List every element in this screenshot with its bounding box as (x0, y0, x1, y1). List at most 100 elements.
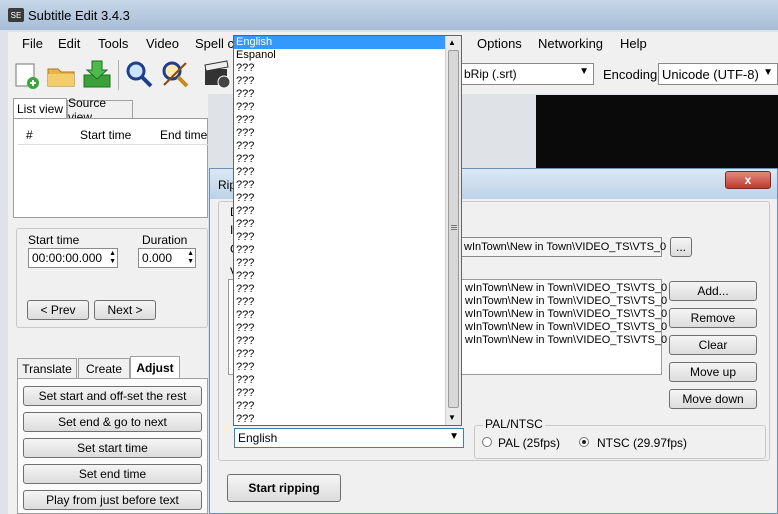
language-option[interactable]: ??? (234, 413, 445, 425)
language-option[interactable]: ??? (234, 374, 445, 387)
language-option[interactable]: ??? (234, 192, 445, 205)
set-end-go-next-button[interactable]: Set end & go to next (23, 412, 202, 432)
browse-button[interactable]: ... (670, 237, 692, 257)
language-option[interactable]: ??? (234, 309, 445, 322)
pal-radio[interactable] (482, 437, 492, 447)
grip-icon (451, 225, 457, 226)
menu-tools[interactable]: Tools (98, 36, 128, 51)
ntsc-option-label[interactable]: NTSC (29.97fps) (597, 436, 687, 450)
language-option[interactable]: ??? (234, 270, 445, 283)
duration-input[interactable]: 0.000 ▲ ▼ (138, 248, 196, 268)
language-option[interactable]: ??? (234, 75, 445, 88)
move-up-button[interactable]: Move up (669, 362, 757, 382)
chevron-down-icon: ▼ (449, 431, 459, 442)
column-start-time[interactable]: Start time (80, 128, 131, 142)
menu-video[interactable]: Video (146, 36, 179, 51)
menu-edit[interactable]: Edit (58, 36, 80, 51)
dropdown-scrollbar[interactable]: ▲ ▼ (445, 36, 461, 425)
set-start-offset-button[interactable]: Set start and off-set the rest (23, 386, 202, 406)
vob-file-path: wInTown\New in Town\VIDEO_TS\VTS_0 (465, 321, 668, 333)
language-option[interactable]: ??? (234, 218, 445, 231)
language-value: English (238, 431, 278, 445)
menu-options[interactable]: Options (477, 36, 522, 51)
set-start-time-button[interactable]: Set start time (23, 438, 202, 458)
spinner-icon[interactable]: ▲ ▼ (109, 250, 116, 266)
language-select[interactable]: English ▼ (234, 428, 464, 448)
scroll-down-icon[interactable]: ▼ (448, 413, 456, 422)
move-down-button[interactable]: Move down (669, 389, 757, 409)
toolbar-separator (118, 60, 119, 90)
tab-create[interactable]: Create (78, 358, 130, 378)
language-option[interactable]: ??? (234, 361, 445, 374)
language-option[interactable]: English (234, 36, 445, 49)
video-player[interactable] (536, 95, 778, 175)
app-logo-icon: SE (8, 8, 24, 22)
scroll-up-icon[interactable]: ▲ (448, 38, 456, 47)
remove-button[interactable]: Remove (669, 308, 757, 328)
video-clapper-icon[interactable] (202, 59, 232, 89)
column-number[interactable]: # (26, 128, 33, 142)
tab-adjust[interactable]: Adjust (130, 356, 180, 378)
encoding-label: Encoding (603, 67, 658, 82)
language-option[interactable]: ??? (234, 387, 445, 400)
spinner-icon[interactable]: ▲ ▼ (187, 250, 194, 266)
menu-file[interactable]: File (22, 36, 43, 51)
app-titlebar: SE Subtitle Edit 3.4.3 (0, 0, 778, 30)
vob-path-value: wInTown\New in Town\VIDEO_TS\VTS_0 (464, 241, 667, 253)
language-option[interactable]: ??? (234, 400, 445, 413)
prev-button[interactable]: < Prev (27, 300, 89, 320)
subtitle-format-value: bRip (.srt) (464, 67, 517, 81)
set-end-time-button[interactable]: Set end time (23, 464, 202, 484)
language-option[interactable]: ??? (234, 140, 445, 153)
pal-option-label[interactable]: PAL (25fps) (498, 436, 560, 450)
next-button[interactable]: Next > (94, 300, 156, 320)
encoding-select[interactable]: Unicode (UTF-8) ▼ (658, 63, 778, 85)
close-button[interactable]: x (725, 171, 771, 189)
tab-source-view[interactable]: Source view (67, 96, 133, 124)
open-folder-icon[interactable] (46, 61, 76, 89)
language-option[interactable]: ??? (234, 257, 445, 270)
subtitle-format-select[interactable]: bRip (.srt) ▼ (460, 63, 594, 85)
language-option[interactable]: Espanol (234, 49, 445, 62)
close-icon: x (744, 173, 752, 187)
language-option[interactable]: ??? (234, 179, 445, 192)
language-option[interactable]: ??? (234, 348, 445, 361)
language-option[interactable]: ??? (234, 244, 445, 257)
language-option[interactable]: ??? (234, 153, 445, 166)
new-file-icon[interactable] (12, 61, 40, 89)
language-option[interactable]: ??? (234, 114, 445, 127)
language-option[interactable]: ??? (234, 166, 445, 179)
ntsc-radio[interactable] (579, 437, 589, 447)
language-option[interactable]: ??? (234, 205, 445, 218)
language-option[interactable]: ??? (234, 296, 445, 309)
language-option[interactable]: ??? (234, 127, 445, 140)
start-time-value: 00:00:00.000 (32, 251, 103, 265)
find-icon[interactable] (124, 59, 154, 89)
language-option[interactable]: ??? (234, 101, 445, 114)
menu-spellcheck[interactable]: Spell c (195, 36, 234, 51)
encoding-value: Unicode (UTF-8) (662, 66, 759, 82)
start-ripping-button[interactable]: Start ripping (227, 474, 341, 502)
menu-help[interactable]: Help (620, 36, 647, 51)
vob-path-input[interactable]: wInTown\New in Town\VIDEO_TS\VTS_0 (460, 237, 666, 257)
save-icon[interactable] (82, 59, 112, 89)
start-time-input[interactable]: 00:00:00.000 ▲ ▼ (28, 248, 118, 268)
language-option[interactable]: ??? (234, 283, 445, 296)
tab-translate[interactable]: Translate (17, 358, 77, 378)
replace-icon[interactable] (160, 59, 190, 89)
language-option[interactable]: ??? (234, 88, 445, 101)
column-end-time[interactable]: End time (160, 128, 207, 142)
language-option[interactable]: ??? (234, 231, 445, 244)
language-option[interactable]: ??? (234, 322, 445, 335)
language-dropdown-list[interactable]: English Espanol??????????????????????????… (233, 35, 462, 426)
app-title: Subtitle Edit 3.4.3 (28, 8, 130, 23)
scroll-thumb[interactable] (448, 50, 459, 408)
menu-networking[interactable]: Networking (538, 36, 603, 51)
language-option[interactable]: ??? (234, 62, 445, 75)
tab-list-view[interactable]: List view (13, 98, 67, 118)
language-option[interactable]: ??? (234, 335, 445, 348)
vob-file-path: wInTown\New in Town\VIDEO_TS\VTS_0 (465, 334, 668, 346)
clear-button[interactable]: Clear (669, 335, 757, 355)
add-button[interactable]: Add... (669, 281, 757, 301)
play-before-text-button[interactable]: Play from just before text (23, 490, 202, 510)
